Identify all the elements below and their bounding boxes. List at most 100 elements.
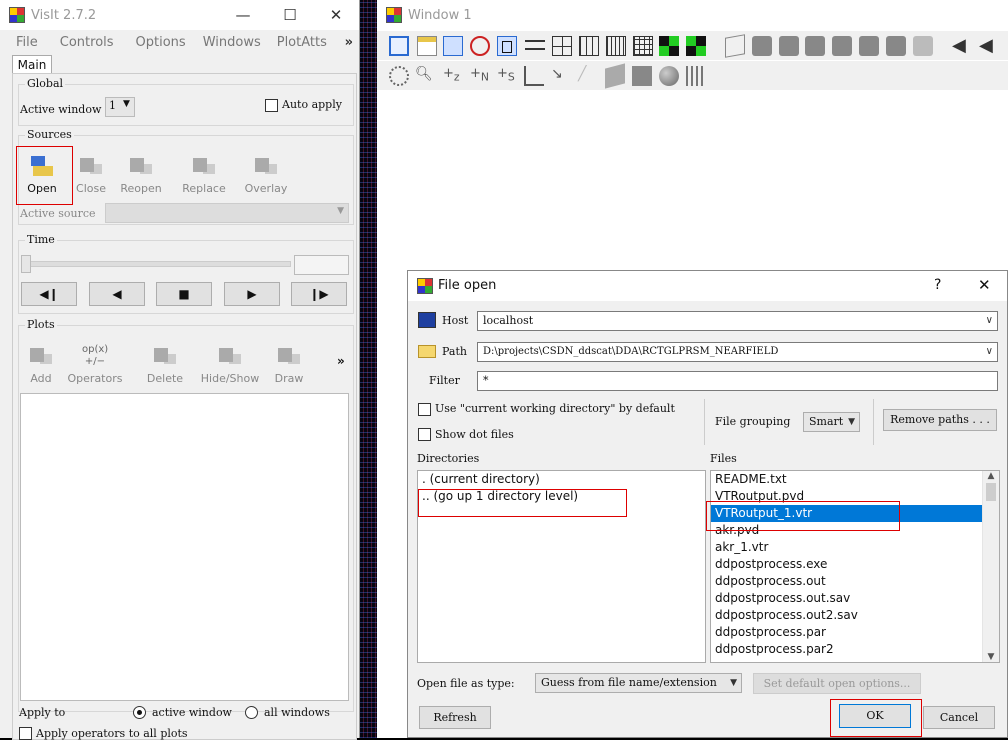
- file-grouping-select[interactable]: Smart ▼: [803, 412, 860, 432]
- maximize-icon[interactable]: ☐: [267, 0, 313, 30]
- operators-button[interactable]: op(x) +/− Operators: [63, 344, 127, 385]
- spreadsheet-pick-icon[interactable]: +S: [497, 66, 517, 86]
- node-pick-icon[interactable]: +N: [470, 66, 490, 86]
- add-plot-button[interactable]: Add: [21, 344, 61, 385]
- close-icon[interactable]: ✕: [978, 276, 991, 294]
- active-window-select[interactable]: 1 ▼: [105, 97, 135, 117]
- overlay-button[interactable]: Overlay: [239, 154, 293, 195]
- plots-more-icon[interactable]: »: [337, 354, 345, 368]
- zoom-icon[interactable]: 🔍︎: [415, 66, 435, 86]
- time-stop-button[interactable]: ■: [156, 282, 212, 306]
- path-select[interactable]: D:\projects\CSDN_ddscat\DDA\RCTGLPRSM_NE…: [477, 342, 998, 362]
- file-item[interactable]: ddpostprocess.exe: [711, 556, 999, 573]
- navigate-mode-icon[interactable]: [686, 36, 706, 56]
- prev-frame-icon[interactable]: ◀: [952, 36, 972, 56]
- set-default-open-options-button[interactable]: Set default open options...: [753, 673, 921, 694]
- layout-1x2-icon[interactable]: [525, 40, 545, 50]
- menu-controls[interactable]: Controls: [60, 35, 114, 50]
- scroll-down-icon[interactable]: ▼: [983, 652, 999, 662]
- camera-icon[interactable]: [752, 36, 772, 56]
- zone-pick-icon[interactable]: +z: [443, 66, 463, 86]
- spin-mode-icon[interactable]: [659, 36, 679, 56]
- prev-icon[interactable]: ◀: [979, 36, 999, 56]
- remove-paths-button[interactable]: Remove paths . . .: [883, 409, 997, 431]
- close-icon[interactable]: ✕: [313, 0, 359, 30]
- show-dot-files-label: Show dot files: [435, 428, 514, 441]
- bbox-icon[interactable]: [725, 34, 745, 58]
- file-item[interactable]: ddpostprocess.out: [711, 573, 999, 590]
- layout-4x2-icon[interactable]: [606, 36, 626, 56]
- apply-all-windows-radio[interactable]: [245, 706, 258, 719]
- close-source-button[interactable]: Close: [71, 154, 111, 195]
- camera-icon[interactable]: [779, 36, 799, 56]
- apply-active-window-radio[interactable]: [133, 706, 146, 719]
- delete-plot-button[interactable]: Delete: [143, 344, 187, 385]
- reopen-button[interactable]: Reopen: [119, 154, 163, 195]
- files-scrollbar[interactable]: ▲ ▼: [982, 471, 999, 662]
- time-state-field[interactable]: [294, 255, 349, 275]
- draw-button[interactable]: Draw: [269, 344, 309, 385]
- layout-3x3-icon[interactable]: [633, 36, 653, 56]
- files-list[interactable]: README.txt VTRoutput.pvd VTRoutput_1.vtr…: [710, 470, 1000, 663]
- filter-input[interactable]: *: [477, 371, 998, 391]
- replace-button[interactable]: Replace: [179, 154, 229, 195]
- menu-windows[interactable]: Windows: [203, 35, 261, 50]
- directory-item-current[interactable]: . (current directory): [418, 471, 705, 488]
- camera-icon[interactable]: [832, 36, 852, 56]
- menu-file[interactable]: File: [16, 35, 38, 50]
- time-first-button[interactable]: ◀❙: [21, 282, 77, 306]
- hide-show-button[interactable]: Hide/Show: [199, 344, 261, 385]
- use-cwd-checkbox[interactable]: [418, 403, 431, 416]
- camera-icon[interactable]: [859, 36, 879, 56]
- scroll-up-icon[interactable]: ▲: [983, 471, 999, 481]
- file-item[interactable]: ddpostprocess.par: [711, 624, 999, 641]
- show-dot-files-checkbox[interactable]: [418, 428, 431, 441]
- minimize-icon[interactable]: —: [220, 0, 266, 30]
- auto-apply-checkbox[interactable]: [265, 99, 278, 112]
- sphere-icon[interactable]: [659, 66, 679, 86]
- navigate-icon[interactable]: [389, 66, 409, 86]
- slider-icon[interactable]: [686, 66, 706, 86]
- help-icon[interactable]: ?: [934, 277, 941, 293]
- add-window-icon[interactable]: [417, 36, 437, 56]
- camera-icon[interactable]: [886, 36, 906, 56]
- menu-plotatts[interactable]: PlotAtts: [277, 35, 327, 50]
- time-play-button[interactable]: ▶: [224, 282, 280, 306]
- time-slider-handle[interactable]: [21, 255, 31, 273]
- plot-list[interactable]: [20, 393, 349, 701]
- curve-icon[interactable]: [524, 66, 544, 86]
- cancel-button[interactable]: Cancel: [923, 706, 995, 729]
- file-item[interactable]: README.txt: [711, 471, 999, 488]
- active-source-select[interactable]: ▼: [105, 203, 349, 223]
- scroll-thumb[interactable]: [986, 483, 996, 501]
- ok-highlight: [830, 699, 922, 737]
- plane-icon[interactable]: [605, 63, 625, 89]
- file-item[interactable]: ddpostprocess.out.sav: [711, 590, 999, 607]
- file-item[interactable]: akr_1.vtr: [711, 539, 999, 556]
- layout-1x1-icon[interactable]: [497, 36, 517, 56]
- apply-ops-checkbox[interactable]: [19, 727, 32, 740]
- selected-file-highlight: [706, 501, 900, 531]
- menu-options[interactable]: Options: [136, 35, 186, 50]
- time-slider[interactable]: [24, 261, 291, 267]
- camera-icon[interactable]: [805, 36, 825, 56]
- tab-main[interactable]: Main: [12, 55, 52, 74]
- time-back-button[interactable]: ◀: [89, 282, 145, 306]
- lineout-icon[interactable]: ↘: [551, 66, 571, 86]
- open-as-select[interactable]: Guess from file name/extension ▼: [535, 673, 742, 693]
- active-window-label: Active window: [20, 103, 102, 116]
- refresh-button[interactable]: Refresh: [419, 706, 491, 729]
- time-last-button[interactable]: ❙▶: [291, 282, 347, 306]
- line-icon[interactable]: ╱: [578, 66, 598, 86]
- clone-window-icon[interactable]: [443, 36, 463, 56]
- camera-icon[interactable]: [913, 36, 933, 56]
- layout-2x2-icon[interactable]: [552, 36, 572, 56]
- file-item[interactable]: ddpostprocess.out2.sav: [711, 607, 999, 624]
- box-icon[interactable]: [632, 66, 652, 86]
- host-select[interactable]: localhost ∨: [477, 311, 998, 331]
- delete-window-icon[interactable]: [470, 36, 490, 56]
- file-item[interactable]: ddpostprocess.par2: [711, 641, 999, 658]
- layout-3x2-icon[interactable]: [579, 36, 599, 56]
- active-window-toggle-icon[interactable]: [389, 36, 409, 56]
- menu-more-icon[interactable]: »: [345, 35, 353, 50]
